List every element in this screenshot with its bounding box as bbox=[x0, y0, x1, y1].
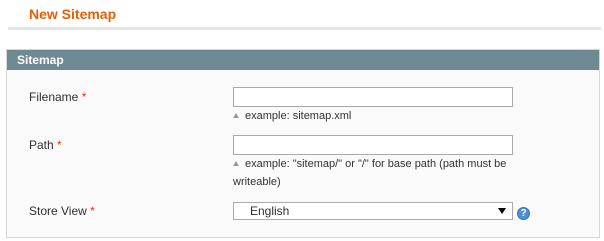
fieldset-header: Sitemap bbox=[7, 50, 599, 70]
page-title: New Sitemap bbox=[29, 6, 117, 22]
path-note: example: "sitemap/" or "/" for base path… bbox=[233, 155, 533, 191]
path-label: Path * bbox=[29, 138, 62, 152]
required-marker: * bbox=[57, 138, 62, 152]
filename-label: Filename * bbox=[29, 90, 86, 104]
filename-note: example: sitemap.xml bbox=[233, 107, 533, 125]
path-label-text: Path bbox=[29, 138, 54, 152]
note-arrow-icon bbox=[233, 113, 239, 118]
help-icon[interactable]: ? bbox=[517, 207, 530, 220]
path-input[interactable] bbox=[233, 135, 513, 155]
title-divider bbox=[8, 27, 601, 30]
required-marker: * bbox=[81, 90, 87, 104]
filename-note-text: example: sitemap.xml bbox=[245, 110, 352, 122]
path-note-text-line2: writeable) bbox=[233, 176, 281, 188]
filename-input[interactable] bbox=[233, 87, 513, 107]
store-view-select[interactable]: English bbox=[233, 202, 513, 220]
store-view-label: Store View * bbox=[29, 204, 95, 218]
path-note-text-line1: example: "sitemap/" or "/" for base path… bbox=[245, 158, 507, 170]
filename-label-text: Filename bbox=[29, 90, 79, 104]
chevron-down-icon bbox=[498, 208, 506, 214]
required-marker: * bbox=[90, 204, 95, 218]
store-view-selected-value: English bbox=[250, 204, 290, 218]
store-view-label-text: Store View bbox=[29, 204, 87, 218]
note-arrow-icon bbox=[233, 161, 239, 166]
